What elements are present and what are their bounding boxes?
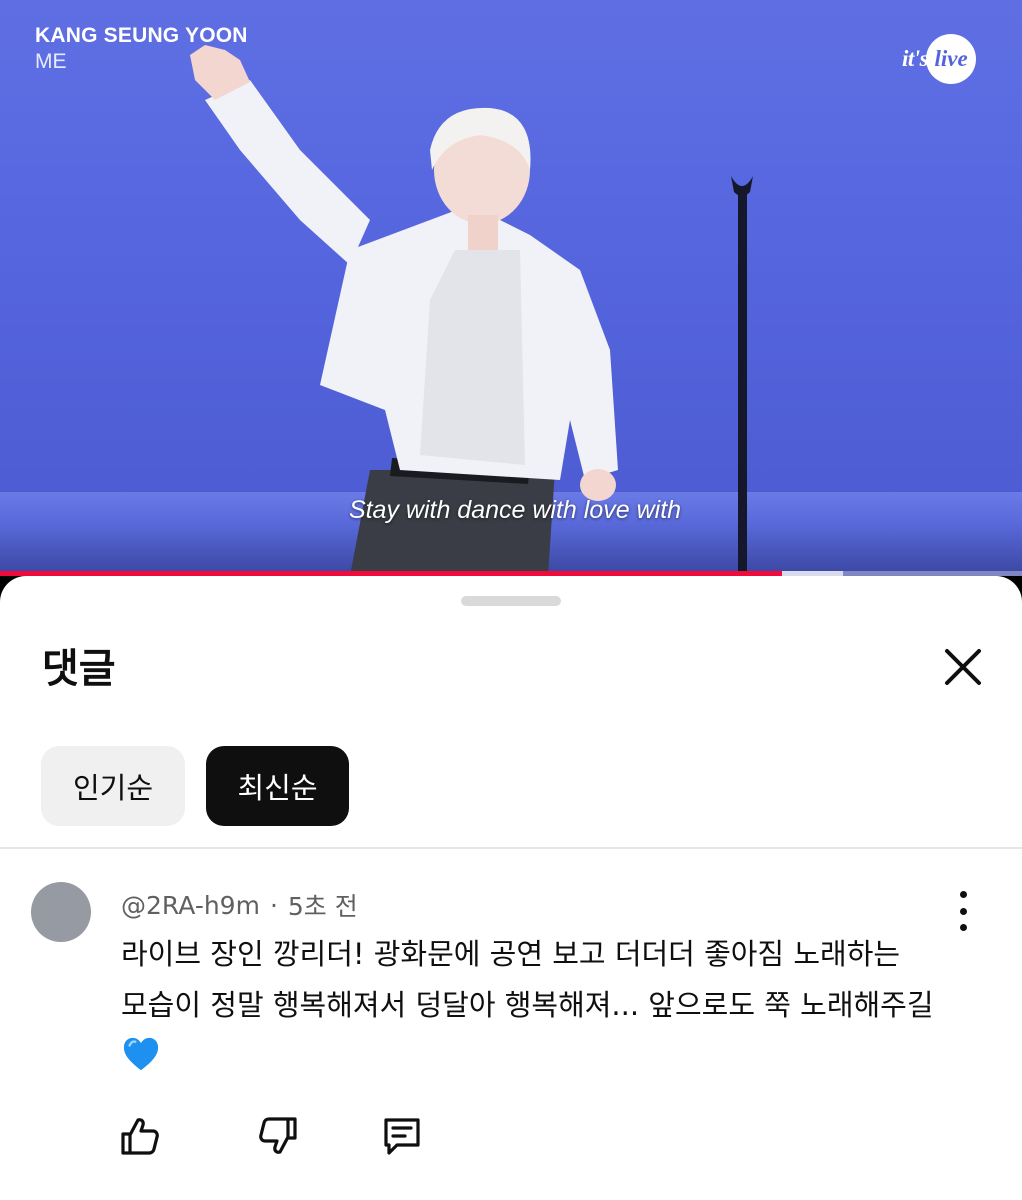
sort-chip-popular[interactable]: 인기순: [41, 746, 185, 826]
itslive-logo: it's live: [902, 28, 988, 90]
video-player[interactable]: KANG SEUNG YOON ME it's live Stay with d…: [0, 0, 1022, 576]
more-dot: [959, 907, 967, 915]
more-options-button[interactable]: [946, 891, 980, 931]
reply-button[interactable]: [380, 1114, 424, 1158]
dislike-button[interactable]: [256, 1114, 300, 1158]
logo-circle: live: [926, 34, 977, 84]
thumbs-up-icon: [121, 1118, 159, 1155]
comment-actions: [118, 1114, 424, 1158]
performer-image: [190, 45, 753, 576]
drag-handle[interactable]: [461, 596, 561, 606]
video-artist-name: KANG SEUNG YOON: [35, 24, 248, 47]
comment-text: 라이브 장인 깡리더! 광화문에 공연 보고 더더더 좋아짐 노래하는 모습이 …: [121, 937, 934, 1022]
more-dot: [959, 891, 967, 898]
blue-heart-icon: [123, 1037, 159, 1071]
video-song-title: ME: [35, 50, 67, 73]
close-icon: [945, 649, 981, 685]
video-subtitle: Stay with dance with love with: [348, 496, 682, 524]
comment-time: 5초 전: [287, 892, 358, 921]
thumbs-down-icon: [259, 1117, 297, 1154]
comments-sheet: 댓글 인기순 최신순 @2RA-h9m · 5초 전 라이브 장인 깡리더! 광…: [0, 576, 1022, 1200]
avatar[interactable]: [31, 882, 91, 942]
comment-body: 라이브 장인 깡리더! 광화문에 공연 보고 더더더 좋아짐 노래하는 모습이 …: [121, 929, 961, 1082]
reply-icon: [384, 1118, 420, 1155]
comment-meta: @2RA-h9m · 5초 전: [121, 887, 358, 923]
sheet-title: 댓글: [42, 646, 116, 692]
sort-chip-newest[interactable]: 최신순: [206, 746, 349, 826]
logo-text: it's: [902, 46, 929, 71]
comment-item: @2RA-h9m · 5초 전 라이브 장인 깡리더! 광화문에 공연 보고 더…: [0, 849, 1022, 1200]
like-button[interactable]: [118, 1114, 162, 1158]
comment-author[interactable]: @2RA-h9m: [121, 891, 260, 920]
close-button[interactable]: [936, 640, 990, 694]
meta-separator: ·: [269, 890, 278, 920]
